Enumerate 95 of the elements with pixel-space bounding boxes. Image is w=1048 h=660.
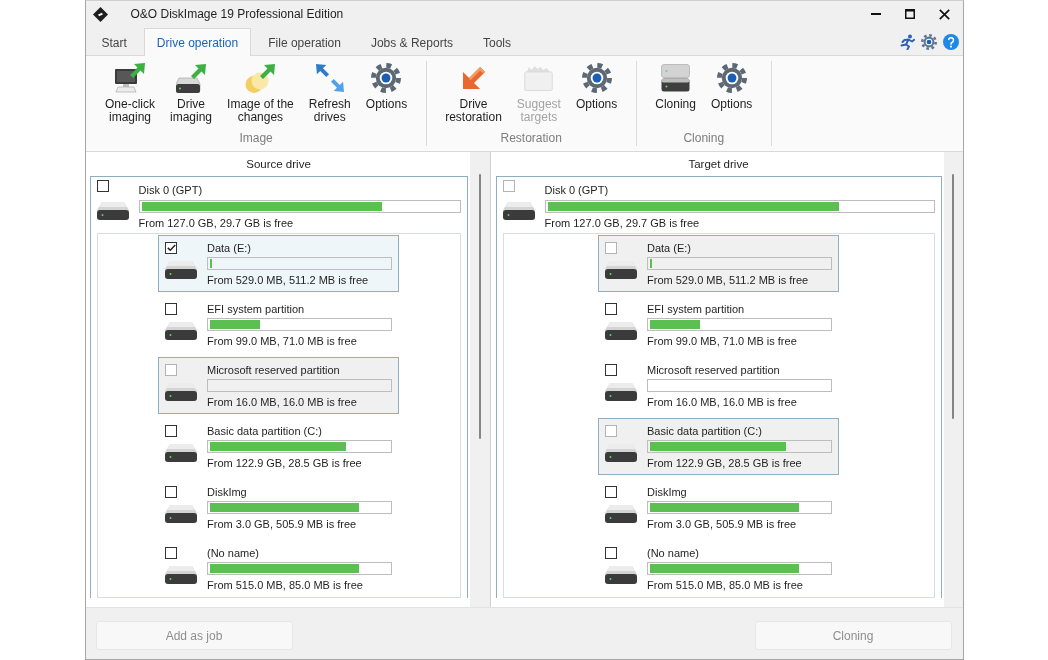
ribbon-button[interactable]: Image of the changes [219,62,302,124]
partition-name: EFI system partition [647,302,746,316]
checkbox[interactable] [165,425,177,437]
settings-icon[interactable] [920,33,937,50]
panel-title: Target drive [688,158,749,170]
gear-icon [371,63,402,93]
ribbon-button[interactable]: One-click imaging [97,62,163,124]
group-label: Cloning [683,131,725,147]
partition-name: Microsoft reserved partition [207,363,341,377]
ribbon-button[interactable]: Options [358,62,415,124]
size-info: From 99.0 MB, 71.0 MB is free [647,334,798,348]
size-info: From 122.9 GB, 28.5 GB is free [647,456,803,470]
tab[interactable]: Start [88,28,140,56]
partition-name: Data (E:) [207,241,252,255]
ribbon-button[interactable]: Refresh drives [301,62,359,124]
panel-title: Source drive [246,158,311,170]
maximize-icon[interactable] [904,9,915,19]
partition-item[interactable]: Basic data partition (C:) From 122.9 GB, 28.5 GB is free [158,418,399,475]
partition-name: DiskImg [647,485,688,499]
tab[interactable]: Jobs & Reports [357,28,466,56]
scrollbar[interactable] [943,152,963,607]
tick-icon [166,244,176,252]
two-drives-icon [661,64,691,92]
drive-icon [96,202,129,220]
partition-name: Data (E:) [647,241,692,255]
tab[interactable]: Drive operation [143,28,252,56]
scrollbar-thumb[interactable] [478,174,481,439]
tab[interactable]: File operation [255,28,354,56]
checkbox[interactable] [165,242,177,254]
size-info: From 127.0 GB, 29.7 GB is free [138,216,295,230]
partition-name: DiskImg [207,485,248,499]
window-title: O&O DiskImage 19 Professional Edition [130,7,345,21]
gear-icon [581,63,612,93]
size-info: From 3.0 GB, 505.9 MB is free [647,517,798,531]
help-icon[interactable] [942,33,959,50]
drive-icon [165,383,197,401]
partition-name: Basic data partition (C:) [647,424,763,438]
checkbox[interactable] [165,486,177,498]
size-info: From 127.0 GB, 29.7 GB is free [544,216,701,230]
drive-icon [165,444,197,462]
close-icon[interactable] [938,8,950,20]
drive-icon [605,322,637,340]
two-arrows-icon [315,64,344,92]
partition-name: Basic data partition (C:) [207,424,323,438]
drive-icon [165,566,197,584]
size-info: From 16.0 MB, 16.0 MB is free [207,395,358,409]
partition-item[interactable]: EFI system partition From 99.0 MB, 71.0 MB is free [158,296,399,353]
scrollbar[interactable] [469,152,490,607]
partition-name: (No name) [207,546,260,560]
checkbox[interactable] [96,180,109,192]
drive-icon [165,261,197,279]
drive-icon [165,322,197,340]
partition-name: (No name) [647,546,700,560]
drive-icon [165,505,197,523]
gear-icon [716,63,747,93]
ribbon-button[interactable]: Options [568,62,625,124]
disk-name: Disk 0 (GPT) [138,183,204,197]
monitor-arrow-icon [115,63,145,93]
partition-item[interactable]: DiskImg From 3.0 GB, 505.9 MB is free [158,479,399,536]
tab[interactable]: Tools [470,28,524,56]
folder-icon [524,65,554,91]
drive-icon [605,383,637,401]
size-info: From 529.0 MB, 511.2 MB is free [207,273,370,287]
checkbox[interactable] [165,303,177,315]
ribbon-button[interactable]: Drive restoration [437,62,510,124]
scrollbar-thumb[interactable] [952,174,954,419]
size-info: From 515.0 MB, 85.0 MB is free [647,578,804,592]
checkbox[interactable] [165,547,177,559]
ribbon-button[interactable]: Drive imaging [162,62,220,124]
partition-item[interactable]: (No name) From 515.0 MB, 85.0 MB is free [158,540,399,597]
partition-name: EFI system partition [207,302,306,316]
group-label: Image [239,131,273,147]
size-info: From 515.0 MB, 85.0 MB is free [207,578,364,592]
partition-item[interactable]: Data (E:) From 529.0 MB, 511.2 MB is free [158,235,399,292]
size-info: From 3.0 GB, 505.9 MB is free [207,517,358,531]
drive-icon [502,202,535,220]
group-label: Restoration [500,131,562,147]
running-figure-icon[interactable] [898,33,915,50]
drive-icon [605,505,637,523]
drive-arrow-icon [176,63,207,93]
partition-name: Microsoft reserved partition [647,363,781,377]
disk-item[interactable] [89,176,468,598]
drive-icon [605,261,637,279]
ribbon-button[interactable]: Options [703,62,760,111]
disk-name: Disk 0 (GPT) [544,183,610,197]
arrow-icon [462,67,485,89]
circles-arrow-icon [245,63,276,93]
size-info: From 122.9 GB, 28.5 GB is free [207,456,363,470]
minimize-icon[interactable] [870,13,881,15]
size-info: From 16.0 MB, 16.0 MB is free [647,395,798,409]
drive-icon [605,444,637,462]
size-info: From 529.0 MB, 511.2 MB is free [647,273,810,287]
drive-icon [605,566,637,584]
ribbon-button[interactable]: Cloning [647,62,704,111]
size-info: From 99.0 MB, 71.0 MB is free [207,334,358,348]
